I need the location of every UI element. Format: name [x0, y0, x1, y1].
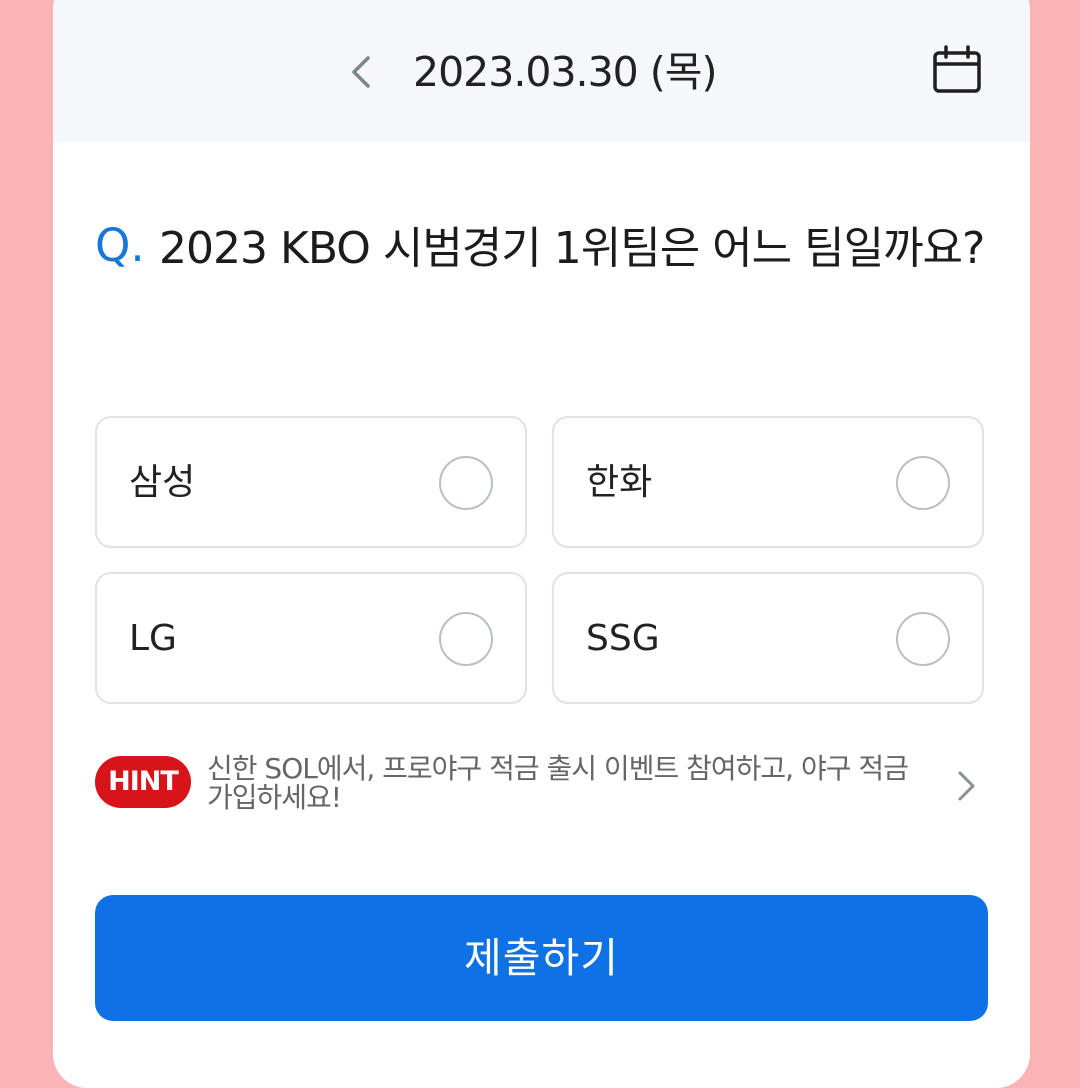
radio-circle-icon — [439, 456, 493, 510]
option-label: LG — [129, 618, 177, 659]
previous-date-button[interactable] — [337, 44, 385, 100]
current-date: 2023.03.30 (목) — [413, 48, 718, 96]
calendar-icon — [933, 45, 981, 93]
hint-badge: HINT — [95, 756, 191, 808]
radio-circle-icon — [896, 612, 950, 666]
chevron-right-icon — [958, 771, 975, 801]
option-hanwha[interactable]: 한화 — [552, 416, 984, 548]
submit-button[interactable]: 제출하기 — [95, 895, 988, 1021]
question-prefix: Q. — [95, 219, 145, 272]
option-label: 삼성 — [129, 462, 196, 503]
date-header: 2023.03.30 (목) — [53, 0, 1030, 142]
hint-text: 신한 SOL에서, 프로야구 적금 출시 이벤트 참여하고, 야구 적금 가입하… — [207, 752, 909, 814]
option-lg[interactable]: LG — [95, 572, 527, 704]
question-text: 2023 KBO 시범경기 1위팀은 어느 팀일까요? — [159, 223, 985, 274]
option-label: 한화 — [586, 462, 653, 503]
option-ssg[interactable]: SSG — [552, 572, 984, 704]
radio-circle-icon — [439, 612, 493, 666]
chevron-left-icon — [352, 56, 370, 88]
quiz-card: 2023.03.30 (목) Q. 2023 KBO 시범경기 1위팀은 어느 … — [53, 0, 1030, 1088]
hint-link[interactable]: HINT 신한 SOL에서, 프로야구 적금 출시 이벤트 참여하고, 야구 적… — [95, 752, 988, 828]
option-label: SSG — [586, 618, 660, 659]
calendar-button[interactable] — [929, 42, 985, 98]
radio-circle-icon — [896, 456, 950, 510]
option-samsung[interactable]: 삼성 — [95, 416, 527, 548]
